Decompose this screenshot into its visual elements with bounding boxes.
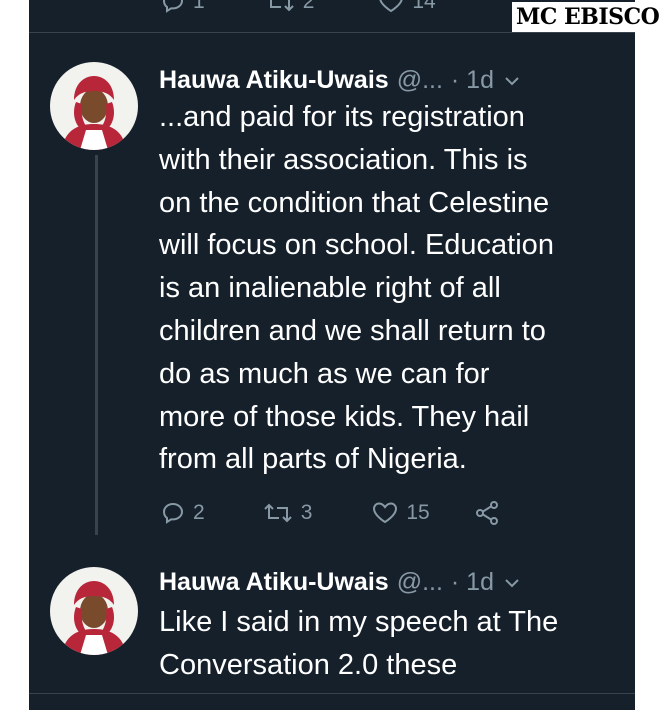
prev-like-count: 14: [412, 0, 436, 13]
tweet-line: with their association. This is: [159, 143, 528, 176]
avatar-image: [50, 62, 138, 150]
reply-count: 2: [193, 501, 205, 524]
tweet-header: Hauwa Atiku-Uwais @... · 1d: [159, 568, 520, 597]
tweet-line: from all parts of Nigeria.: [159, 443, 467, 476]
share-icon: [475, 501, 498, 525]
watermark: MC EBISCO: [512, 2, 664, 32]
author-handle[interactable]: @...: [397, 66, 443, 95]
tweet-line: children and we shall return to: [159, 314, 546, 347]
prev-divider: [29, 32, 635, 33]
retweet-icon: [269, 0, 294, 12]
prev-tweet-actions: 1 2 14: [161, 0, 436, 14]
tweet-line: is an inalienable right of all: [159, 272, 501, 305]
reply-action[interactable]: 2: [161, 501, 205, 525]
reply-icon: [162, 0, 184, 13]
like-icon: [379, 0, 403, 13]
tweet-line: Like I said in my speech at The: [159, 606, 559, 638]
tweet-line: on the condition that Celestine: [159, 186, 550, 219]
like-count: 15: [406, 501, 430, 524]
prev-like-action[interactable]: 14: [378, 0, 436, 14]
thread-connector: [95, 155, 98, 535]
reply-icon: [162, 502, 184, 524]
tweet-menu-button[interactable]: [504, 66, 520, 95]
bottom-divider: [29, 693, 635, 694]
avatar[interactable]: [50, 62, 138, 150]
author-name[interactable]: Hauwa Atiku-Uwais: [159, 568, 389, 597]
tweet-thread-screen: 1 2 14 Hauwa Atiku-Uwais @... · 1d ...an…: [29, 0, 635, 710]
prev-retweet-action[interactable]: 2: [265, 0, 315, 14]
tweet-body: ...and paid for its registration with th…: [159, 96, 619, 481]
prev-reply-count: 1: [193, 0, 205, 13]
chevron-down-icon: [505, 77, 519, 86]
tweet-line: will focus on school. Education: [159, 229, 554, 262]
share-action[interactable]: [474, 500, 500, 526]
like-action[interactable]: 15: [372, 501, 430, 525]
author-name[interactable]: Hauwa Atiku-Uwais: [159, 66, 389, 95]
tweet-line: ...and paid for its registration: [159, 101, 525, 133]
tweet-menu-button[interactable]: [504, 568, 520, 597]
like-icon: [373, 502, 398, 524]
avatar[interactable]: [50, 567, 138, 655]
tweet-actions: 2 3 15: [161, 500, 500, 526]
tweet-body: Like I said in my speech at The Conversa…: [159, 601, 619, 687]
chevron-down-icon: [505, 579, 519, 588]
retweet-action[interactable]: 3: [263, 501, 313, 525]
tweet-line: do as much as we can for: [159, 357, 490, 390]
author-handle[interactable]: @...: [397, 568, 443, 597]
tweet-time[interactable]: · 1d: [451, 66, 494, 95]
tweet-time[interactable]: · 1d: [451, 568, 494, 597]
tweet-line: Conversation 2.0 these: [159, 648, 458, 681]
avatar-image: [50, 567, 138, 655]
prev-reply-action[interactable]: 1: [161, 0, 205, 14]
retweet-count: 3: [300, 501, 313, 524]
retweet-icon: [263, 503, 292, 523]
tweet-line: more of those kids. They hail: [159, 400, 530, 433]
tweet-header: Hauwa Atiku-Uwais @... · 1d: [159, 66, 520, 95]
prev-retweet-count: 2: [302, 0, 315, 13]
